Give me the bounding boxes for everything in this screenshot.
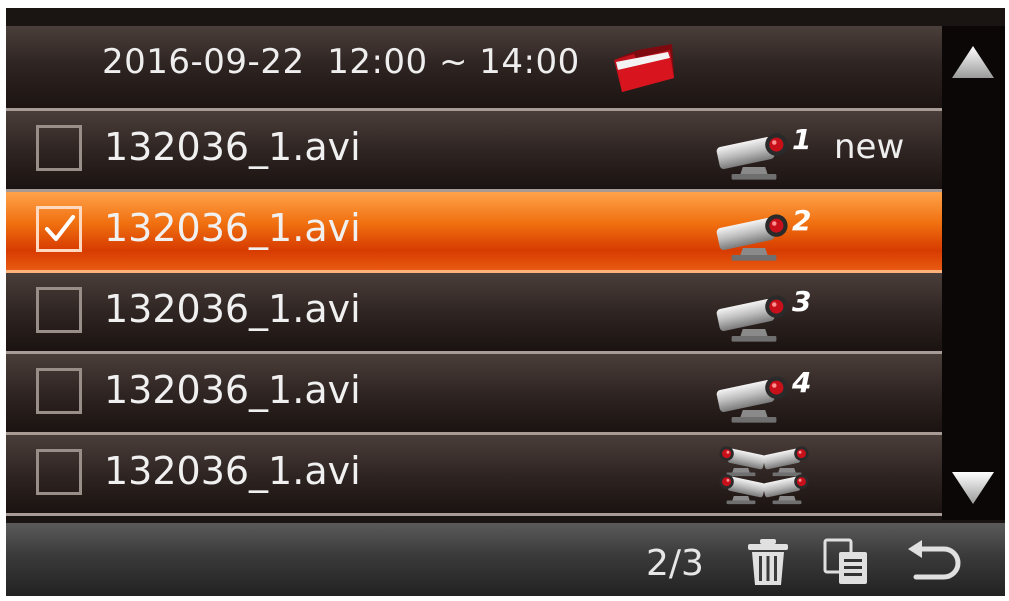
file-row[interactable]: 132036_1.avi 1 new bbox=[6, 111, 942, 192]
checkbox-checked[interactable] bbox=[36, 206, 82, 252]
camera-4-icon: 4 bbox=[715, 366, 811, 423]
file-name: 132036_1.avi bbox=[104, 125, 361, 169]
new-badge: new bbox=[834, 127, 905, 167]
file-name: 132036_1.avi bbox=[104, 206, 361, 250]
file-row[interactable]: 132036_1.avi bbox=[6, 435, 942, 516]
camera-number: 2 bbox=[792, 204, 811, 237]
camera-1-icon: 1 bbox=[715, 123, 811, 180]
checkbox[interactable] bbox=[36, 449, 82, 495]
trash-icon[interactable] bbox=[744, 537, 792, 587]
camera-number: 3 bbox=[792, 285, 811, 318]
checkbox[interactable] bbox=[36, 368, 82, 414]
file-row[interactable]: 132036_1.avi 3 bbox=[6, 273, 942, 354]
checkmark-icon bbox=[45, 215, 75, 241]
checkbox[interactable] bbox=[36, 125, 82, 171]
date-time-range: 2016-09-22 12:00 ~ 14:00 bbox=[102, 42, 580, 82]
camera-3-icon: 3 bbox=[715, 285, 811, 342]
checkbox[interactable] bbox=[36, 287, 82, 333]
footer-bar: 2/3 bbox=[6, 523, 1005, 596]
copy-icon[interactable] bbox=[822, 537, 872, 587]
recording-list-screen: 2016-09-22 12:00 ~ 14:00 132036_1.avi 1 … bbox=[6, 8, 1005, 596]
file-name: 132036_1.avi bbox=[104, 449, 361, 493]
arrow-down-icon[interactable] bbox=[948, 468, 998, 508]
red-folder-icon bbox=[614, 44, 674, 92]
file-row-selected[interactable]: 132036_1.avi 2 bbox=[6, 192, 942, 273]
file-name: 132036_1.avi bbox=[104, 368, 361, 412]
file-row[interactable]: 132036_1.avi 4 bbox=[6, 354, 942, 435]
all-cameras-icon bbox=[719, 446, 809, 505]
camera-2-icon: 2 bbox=[715, 204, 811, 261]
back-icon[interactable] bbox=[904, 539, 964, 585]
file-name: 132036_1.avi bbox=[104, 287, 361, 331]
header-bar: 2016-09-22 12:00 ~ 14:00 bbox=[6, 26, 942, 111]
arrow-up-icon[interactable] bbox=[948, 42, 998, 82]
page-indicator: 2/3 bbox=[646, 543, 704, 584]
camera-number: 4 bbox=[791, 366, 811, 399]
scrollbar[interactable] bbox=[942, 26, 1005, 520]
camera-number: 1 bbox=[792, 123, 811, 156]
